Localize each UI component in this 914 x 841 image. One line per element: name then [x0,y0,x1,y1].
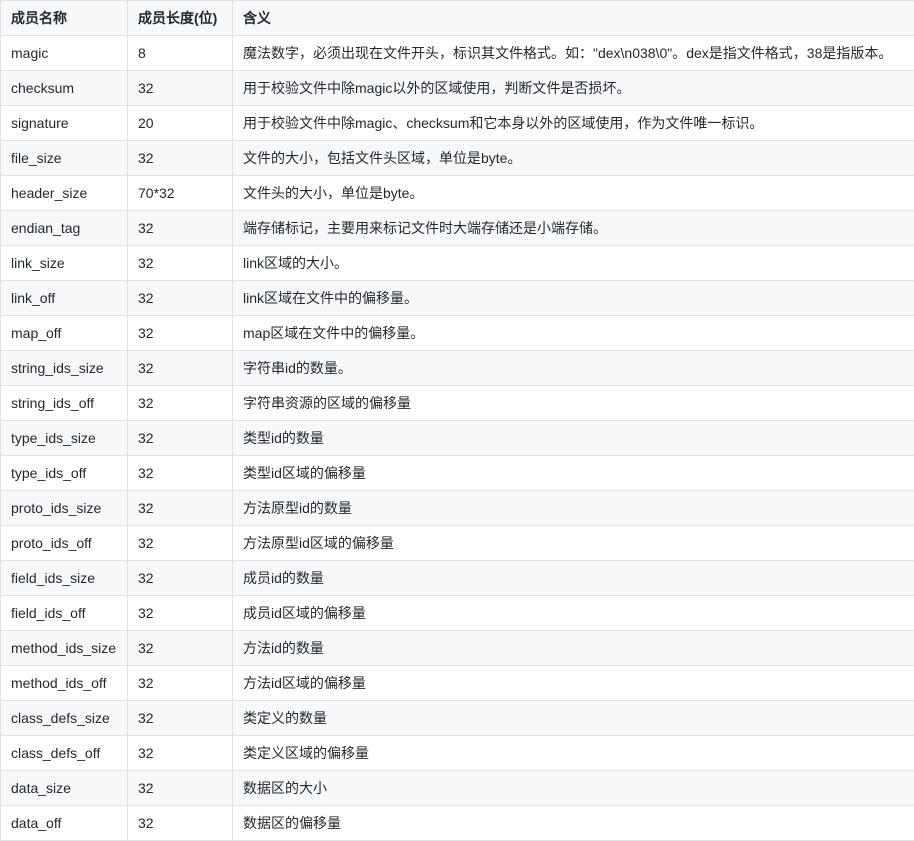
meaning-cell: 方法原型id的数量 [233,491,914,526]
table-body: magic8魔法数字，必须出现在文件开头，标识其文件格式。如："dex\n038… [1,36,914,841]
member-name-cell: field_ids_size [1,561,128,596]
member-name-cell: proto_ids_off [1,526,128,561]
member-name-cell: data_size [1,771,128,806]
meaning-cell: 方法id区域的偏移量 [233,666,914,701]
table-row: link_size32link区域的大小。 [1,246,914,281]
member-length-cell: 32 [128,666,233,701]
meaning-cell: 字符串资源的区域的偏移量 [233,386,914,421]
member-name-cell: link_size [1,246,128,281]
member-name-cell: signature [1,106,128,141]
column-header-meaning: 含义 [233,1,914,36]
member-length-cell: 32 [128,771,233,806]
member-length-cell: 32 [128,316,233,351]
meaning-cell: 数据区的大小 [233,771,914,806]
member-name-cell: file_size [1,141,128,176]
member-length-cell: 70*32 [128,176,233,211]
member-length-cell: 32 [128,281,233,316]
table-row: proto_ids_size32方法原型id的数量 [1,491,914,526]
member-length-cell: 32 [128,421,233,456]
member-name-cell: string_ids_size [1,351,128,386]
table-row: map_off32map区域在文件中的偏移量。 [1,316,914,351]
member-name-cell: class_defs_size [1,701,128,736]
member-name-cell: map_off [1,316,128,351]
member-length-cell: 32 [128,701,233,736]
table-row: endian_tag32端存储标记，主要用来标记文件时大端存储还是小端存储。 [1,211,914,246]
meaning-cell: 数据区的偏移量 [233,806,914,841]
member-name-cell: magic [1,36,128,71]
table-row: checksum32用于校验文件中除magic以外的区域使用，判断文件是否损坏。 [1,71,914,106]
member-length-cell: 32 [128,736,233,771]
member-length-cell: 8 [128,36,233,71]
meaning-cell: 类型id的数量 [233,421,914,456]
member-length-cell: 32 [128,71,233,106]
member-name-cell: checksum [1,71,128,106]
meaning-cell: 成员id的数量 [233,561,914,596]
member-length-cell: 32 [128,491,233,526]
table-row: type_ids_off32类型id区域的偏移量 [1,456,914,491]
table-row: field_ids_off32成员id区域的偏移量 [1,596,914,631]
member-name-cell: proto_ids_size [1,491,128,526]
table-row: link_off32link区域在文件中的偏移量。 [1,281,914,316]
member-name-cell: class_defs_off [1,736,128,771]
member-length-cell: 32 [128,386,233,421]
table-row: header_size70*32文件头的大小，单位是byte。 [1,176,914,211]
meaning-cell: 类型id区域的偏移量 [233,456,914,491]
meaning-cell: 端存储标记，主要用来标记文件时大端存储还是小端存储。 [233,211,914,246]
meaning-cell: 字符串id的数量。 [233,351,914,386]
meaning-cell: 魔法数字，必须出现在文件开头，标识其文件格式。如："dex\n038\0"。de… [233,36,914,71]
member-name-cell: field_ids_off [1,596,128,631]
member-name-cell: link_off [1,281,128,316]
member-length-cell: 32 [128,526,233,561]
member-length-cell: 32 [128,806,233,841]
member-name-cell: endian_tag [1,211,128,246]
member-length-cell: 32 [128,561,233,596]
meaning-cell: link区域的大小。 [233,246,914,281]
member-length-cell: 32 [128,631,233,666]
meaning-cell: 文件的大小，包括文件头区域，单位是byte。 [233,141,914,176]
table-row: class_defs_size32类定义的数量 [1,701,914,736]
table-row: signature20用于校验文件中除magic、checksum和它本身以外的… [1,106,914,141]
member-name-cell: type_ids_off [1,456,128,491]
table-row: magic8魔法数字，必须出现在文件开头，标识其文件格式。如："dex\n038… [1,36,914,71]
meaning-cell: map区域在文件中的偏移量。 [233,316,914,351]
meaning-cell: 方法id的数量 [233,631,914,666]
table-row: class_defs_off32类定义区域的偏移量 [1,736,914,771]
table-row: type_ids_size32类型id的数量 [1,421,914,456]
meaning-cell: 方法原型id区域的偏移量 [233,526,914,561]
table-row: string_ids_off32字符串资源的区域的偏移量 [1,386,914,421]
member-name-cell: method_ids_size [1,631,128,666]
table-row: proto_ids_off32方法原型id区域的偏移量 [1,526,914,561]
table-row: field_ids_size32成员id的数量 [1,561,914,596]
header-row: 成员名称 成员长度(位) 含义 [1,1,914,36]
column-header-member-length: 成员长度(位) [128,1,233,36]
member-length-cell: 32 [128,456,233,491]
table-row: method_ids_size32方法id的数量 [1,631,914,666]
member-name-cell: type_ids_size [1,421,128,456]
meaning-cell: link区域在文件中的偏移量。 [233,281,914,316]
member-length-cell: 32 [128,211,233,246]
dex-header-table: 成员名称 成员长度(位) 含义 magic8魔法数字，必须出现在文件开头，标识其… [0,0,914,841]
table-row: file_size32文件的大小，包括文件头区域，单位是byte。 [1,141,914,176]
member-length-cell: 20 [128,106,233,141]
member-name-cell: string_ids_off [1,386,128,421]
member-length-cell: 32 [128,141,233,176]
member-length-cell: 32 [128,596,233,631]
column-header-member-name: 成员名称 [1,1,128,36]
table-row: method_ids_off32方法id区域的偏移量 [1,666,914,701]
table-row: data_size32数据区的大小 [1,771,914,806]
table-header: 成员名称 成员长度(位) 含义 [1,1,914,36]
member-length-cell: 32 [128,351,233,386]
meaning-cell: 成员id区域的偏移量 [233,596,914,631]
table-row: data_off32数据区的偏移量 [1,806,914,841]
member-name-cell: header_size [1,176,128,211]
meaning-cell: 用于校验文件中除magic、checksum和它本身以外的区域使用，作为文件唯一… [233,106,914,141]
meaning-cell: 文件头的大小，单位是byte。 [233,176,914,211]
member-name-cell: method_ids_off [1,666,128,701]
meaning-cell: 用于校验文件中除magic以外的区域使用，判断文件是否损坏。 [233,71,914,106]
member-name-cell: data_off [1,806,128,841]
meaning-cell: 类定义区域的偏移量 [233,736,914,771]
table-row: string_ids_size32字符串id的数量。 [1,351,914,386]
meaning-cell: 类定义的数量 [233,701,914,736]
member-length-cell: 32 [128,246,233,281]
